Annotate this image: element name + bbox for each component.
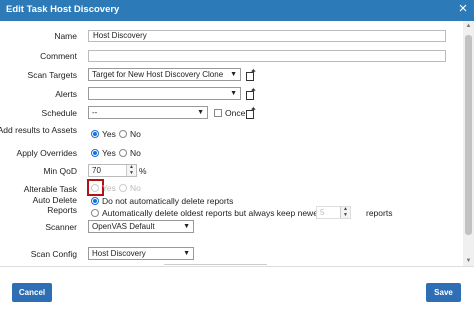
new-target-icon[interactable]: ✦ (246, 67, 257, 81)
auto-delete-keep-label: Automatically delete oldest reports but … (102, 208, 325, 218)
scanner-select[interactable]: OpenVAS Default ▼ (88, 220, 194, 233)
chevron-down-icon: ▼ (230, 90, 237, 97)
auto-delete-keep-radio[interactable] (91, 209, 99, 217)
schedule-value: -- (92, 108, 98, 117)
chevron-down-icon: ▼ (183, 250, 190, 257)
comment-input[interactable] (88, 50, 446, 62)
dialog-titlebar: Edit Task Host Discovery × (0, 0, 474, 21)
alterable-task-no-radio[interactable] (119, 184, 127, 192)
name-label: Name (54, 31, 77, 41)
auto-delete-label: Auto Delete Reports (32, 195, 77, 215)
chevron-down-icon: ▼ (197, 109, 204, 116)
min-qod-stepper[interactable]: 70 ▲ ▼ (88, 164, 137, 177)
scan-config-label: Scan Config (30, 249, 77, 259)
auto-delete-keep-suffix: reports (366, 208, 393, 218)
scan-config-value: Host Discovery (92, 249, 146, 258)
apply-overrides-yes-label: Yes (102, 148, 116, 158)
alerts-select[interactable]: ▼ (88, 87, 241, 100)
save-button[interactable]: Save (426, 283, 461, 302)
min-qod-label: Min QoD (43, 166, 77, 176)
alterable-task-label: Alterable Task (23, 184, 77, 194)
min-qod-unit: % (139, 166, 147, 176)
scan-targets-select[interactable]: Target for New Host Discovery Clone ▼ (88, 68, 241, 81)
stepper-arrows-icon[interactable]: ▲ ▼ (126, 164, 136, 176)
schedule-once-label: Once (225, 108, 246, 118)
close-icon[interactable]: × (454, 0, 472, 18)
new-alert-icon[interactable]: ✦ (246, 86, 257, 100)
chevron-down-icon: ▼ (230, 71, 237, 78)
apply-overrides-no-radio[interactable] (119, 149, 127, 157)
vertical-scrollbar[interactable]: ▲ ▼ (463, 21, 474, 266)
auto-delete-keep-value: 5 (320, 208, 325, 217)
add-results-label: Add results to Assets (0, 125, 77, 135)
schedule-select[interactable]: -- ▼ (88, 106, 208, 119)
name-input[interactable]: Host Discovery (88, 30, 446, 42)
scrollbar-thumb[interactable] (465, 35, 472, 235)
schedule-once-checkbox[interactable] (214, 109, 222, 117)
comment-label: Comment (40, 51, 77, 61)
schedule-label: Schedule (41, 108, 77, 118)
min-qod-value: 70 (92, 166, 101, 175)
stepper-arrows-icon[interactable]: ▲ ▼ (340, 206, 350, 218)
alerts-label: Alerts (55, 89, 77, 99)
dialog-content: Name Host Discovery Comment Scan Targets… (0, 21, 463, 266)
scroll-up-icon[interactable]: ▲ (463, 21, 474, 31)
content-divider (164, 264, 267, 265)
scan-targets-value: Target for New Host Discovery Clone (92, 70, 224, 79)
scanner-value: OpenVAS Default (92, 222, 155, 231)
scan-config-select[interactable]: Host Discovery ▼ (88, 247, 194, 260)
alterable-task-yes-label: Yes (102, 183, 116, 193)
scroll-down-icon[interactable]: ▼ (463, 256, 474, 266)
chevron-down-icon: ▼ (183, 223, 190, 230)
apply-overrides-label: Apply Overrides (16, 148, 77, 158)
apply-overrides-no-label: No (130, 148, 141, 158)
add-results-yes-label: Yes (102, 129, 116, 139)
add-results-no-radio[interactable] (119, 130, 127, 138)
add-results-yes-radio[interactable] (91, 130, 99, 138)
alterable-task-no-label: No (130, 183, 141, 193)
new-schedule-icon[interactable]: ✦ (246, 105, 257, 119)
dialog-footer: Cancel Save (0, 266, 474, 311)
scanner-label: Scanner (45, 222, 77, 232)
dialog-title: Edit Task Host Discovery (6, 4, 120, 15)
add-results-no-label: No (130, 129, 141, 139)
apply-overrides-yes-radio[interactable] (91, 149, 99, 157)
auto-delete-keep-stepper[interactable]: 5 ▲ ▼ (316, 206, 351, 219)
cancel-button[interactable]: Cancel (12, 283, 52, 302)
scan-targets-label: Scan Targets (27, 70, 77, 80)
alterable-task-yes-radio[interactable] (91, 184, 99, 192)
auto-delete-none-label: Do not automatically delete reports (102, 196, 234, 206)
auto-delete-none-radio[interactable] (91, 197, 99, 205)
